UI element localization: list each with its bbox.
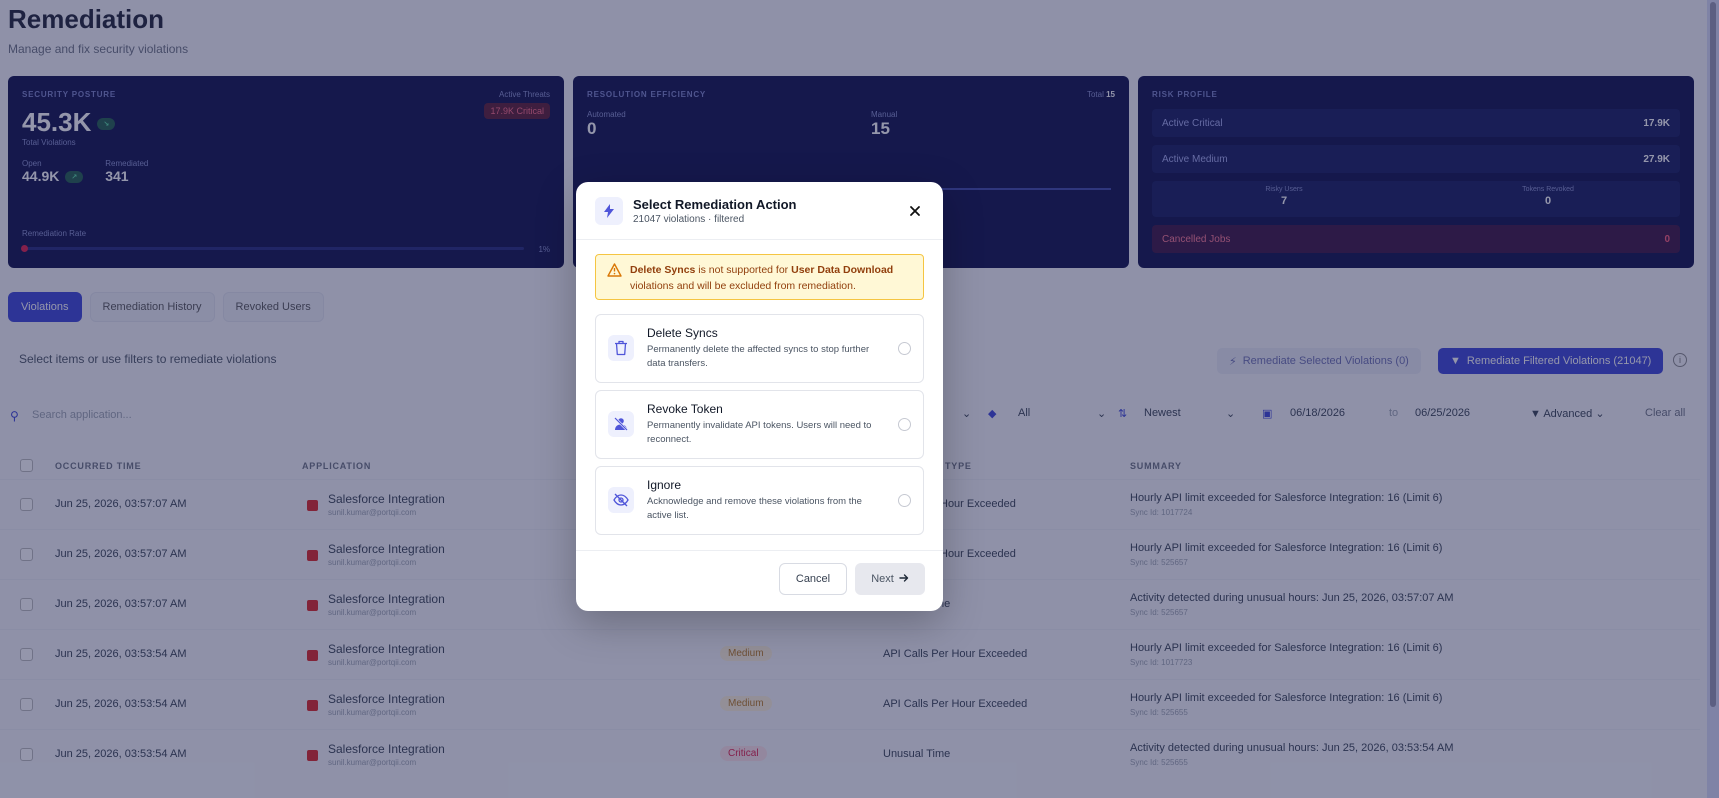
option-title: Ignore <box>647 478 682 492</box>
option-ignore[interactable]: Ignore Acknowledge and remove these viol… <box>595 466 924 535</box>
modal-footer: Cancel Next <box>576 550 943 611</box>
modal-subtitle: 21047 violations · filtered <box>633 214 745 225</box>
eye-off-icon <box>608 487 634 513</box>
warning-type: User Data Download <box>791 264 894 276</box>
warning-text-2: violations and will be excluded from rem… <box>630 280 856 292</box>
option-description: Permanently invalidate API tokens. Users… <box>647 420 872 445</box>
next-button[interactable]: Next <box>855 563 925 595</box>
remediation-page: Remediation Manage and fix security viol… <box>0 0 1719 798</box>
cancel-button[interactable]: Cancel <box>779 563 847 595</box>
next-label: Next <box>871 573 894 585</box>
scrollbar-thumb[interactable] <box>1710 2 1716 707</box>
page-scrollbar[interactable] <box>1707 0 1719 798</box>
option-revoke-token[interactable]: Revoke Token Permanently invalidate API … <box>595 390 924 459</box>
bolt-icon <box>595 197 623 225</box>
remediation-action-modal: Select Remediation Action 21047 violatio… <box>576 182 943 611</box>
warning-text-1: is not supported for <box>695 264 792 276</box>
warning-banner: Delete Syncs is not supported for User D… <box>595 254 924 300</box>
option-delete-syncs[interactable]: Delete Syncs Permanently delete the affe… <box>595 314 924 383</box>
warning-action: Delete Syncs <box>630 264 696 276</box>
option-description: Acknowledge and remove these violations … <box>647 496 862 521</box>
option-radio[interactable] <box>898 342 911 355</box>
trash-icon <box>608 335 634 361</box>
option-description: Permanently delete the affected syncs to… <box>647 344 870 369</box>
option-title: Delete Syncs <box>647 326 718 340</box>
close-icon[interactable] <box>908 204 922 218</box>
modal-title: Select Remediation Action <box>633 197 797 212</box>
option-radio[interactable] <box>898 494 911 507</box>
warning-icon <box>607 263 622 282</box>
modal-header: Select Remediation Action 21047 violatio… <box>576 182 943 240</box>
user-x-icon <box>608 411 634 437</box>
option-title: Revoke Token <box>647 402 723 416</box>
arrow-right-icon <box>899 573 909 586</box>
option-radio[interactable] <box>898 418 911 431</box>
